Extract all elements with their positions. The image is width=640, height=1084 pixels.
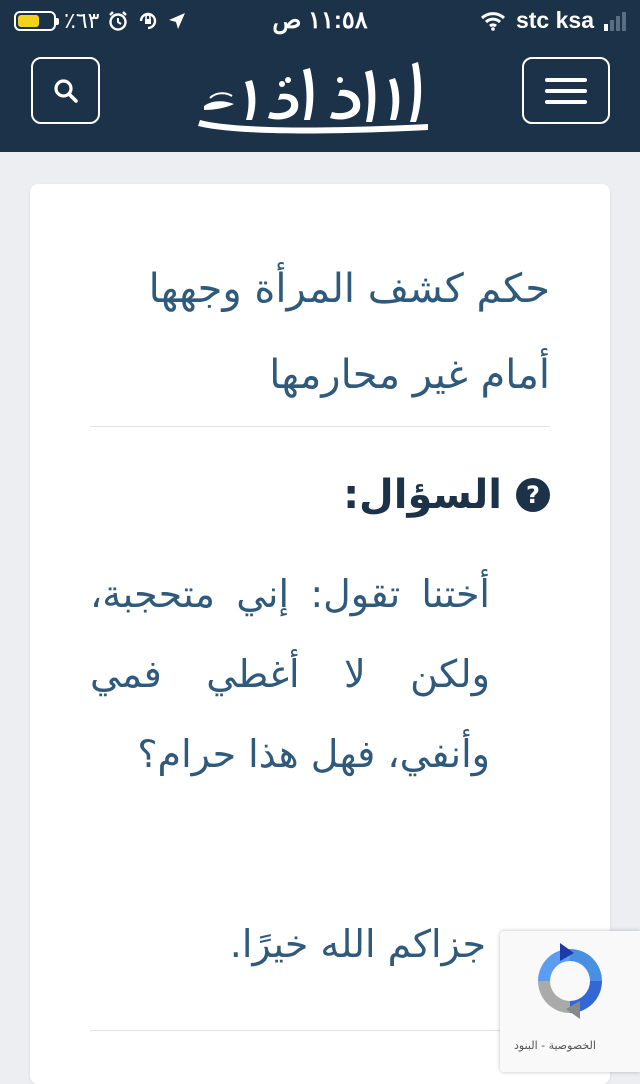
status-right: stc ksa — [480, 7, 626, 34]
question-divider — [90, 1030, 550, 1031]
question-mark-icon: ? — [516, 478, 550, 512]
question-label: السؤال: — [343, 472, 502, 518]
carrier-name: stc ksa — [515, 7, 594, 33]
recaptcha-badge[interactable]: الخصوصية - البنود — [500, 931, 640, 1072]
status-bar: ٪٦٣ ١١:٥٨ ص stc ksa — [0, 0, 640, 42]
title-divider — [90, 426, 550, 427]
question-text: أختنا تقول: إني متحجبة، ولكن لا أغطي فمي… — [90, 572, 490, 776]
search-icon — [53, 78, 78, 103]
search-button[interactable] — [31, 57, 100, 124]
question-heading: ? السؤال: — [343, 472, 550, 518]
recaptcha-icon — [538, 943, 602, 1019]
recaptcha-links[interactable]: الخصوصية - البنود — [514, 1039, 596, 1052]
article-title: حكم كشف المرأة وجهها أمام غير محارمها — [148, 266, 550, 398]
hamburger-menu-icon — [545, 77, 587, 104]
wifi-icon — [480, 11, 506, 31]
menu-button[interactable] — [522, 57, 610, 124]
question-thanks: جزاكم الله خيرًا. — [229, 922, 486, 966]
site-logo[interactable] — [190, 50, 440, 140]
signal-icon — [604, 11, 626, 31]
site-header — [0, 42, 640, 152]
